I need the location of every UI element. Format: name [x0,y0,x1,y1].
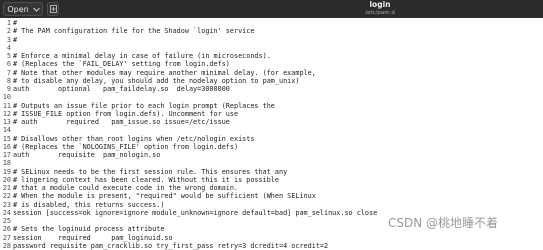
line-number: 13 [2,118,11,126]
line-text[interactable]: # Enforce a minimal delay in case of fai… [13,52,271,60]
watermark-text: CSDN @桃地睡不着 [388,216,499,230]
line-number: 18 [2,159,11,168]
editor-line[interactable]: 8 # to disable any delay, you should add … [0,77,543,85]
editor-line[interactable]: 7 # Note that other modules may require a… [0,69,543,77]
editor-line[interactable]: 16 # (Replaces the `NOLOGINS_FILE' option… [0,143,543,151]
line-number: 2 [6,27,11,36]
line-number: 19 [2,167,11,176]
window-title-block: login /etc/pam.d [320,0,440,17]
line-text[interactable]: # When the module is present, "required"… [13,192,316,200]
line-number: 20 [2,175,11,184]
line-text[interactable]: # auth required pam_issue.so issue=/etc/… [13,118,230,126]
line-number: 12 [2,109,11,118]
line-text[interactable]: auth optional pam_faildelay.so delay=300… [13,85,230,93]
editor-line[interactable]: 28 password requisite pam_cracklib.so try… [0,242,543,250]
line-number: 1 [6,19,11,27]
line-text[interactable]: # ISSUE_FILE option from login.defs). Un… [13,110,238,118]
editor-line[interactable]: 13 # auth required pam_issue.so issue=/et… [0,118,543,126]
line-number: 17 [2,151,11,159]
line-number: 11 [2,101,11,110]
editor-line[interactable]: 5 # Enforce a minimal delay in case of fa… [0,52,543,60]
editor-line[interactable]: 21 # that a module could execute code in … [0,184,543,192]
line-text[interactable]: # (Replaces the `FAIL_DELAY' setting fro… [13,60,230,68]
editor-line[interactable]: 3 # [0,36,543,44]
line-text[interactable]: auth requisite pam_nologin.so [13,151,160,159]
line-text[interactable]: # to disable any delay, you should add t… [13,77,299,85]
chevron-down-icon[interactable] [29,2,43,16]
line-text[interactable]: # Sets the loginuid process attribute [13,225,164,233]
editor-line[interactable]: 14 [0,126,543,134]
editor-line[interactable]: 4 [0,44,543,52]
line-number: 5 [6,52,11,60]
title-bar: Open login /etc/pam.d [0,0,543,18]
editor-line[interactable]: 1 # [0,19,543,27]
line-number: 6 [6,60,11,69]
line-text[interactable]: password requisite pam_cracklib.so try_f… [13,242,328,250]
line-number: 28 [2,241,11,250]
editor-line[interactable]: 20 # lingering context has been cleared. … [0,176,543,184]
editor-line[interactable]: 6 # (Replaces the `FAIL_DELAY' setting fr… [0,60,543,68]
line-number: 8 [6,76,11,85]
line-text[interactable]: # lingering context has been cleared. Wi… [13,176,279,184]
editor-line[interactable]: 22 # When the module is present, "require… [0,192,543,200]
line-number: 7 [6,68,11,77]
line-number: 22 [2,192,11,201]
line-number: 15 [2,134,11,143]
editor-line[interactable]: 15 # Disallows other than root logins whe… [0,135,543,143]
line-number: 16 [2,142,11,151]
editor-line[interactable]: 19 # SELinux needs to be the first sessio… [0,168,543,176]
line-text[interactable]: # The PAM configuration file for the Sha… [13,27,254,35]
open-button-label: Open [7,4,29,14]
line-number: 4 [6,43,11,52]
editor-line[interactable]: 23 # is disabled, this returns success.) [0,201,543,209]
window-subtitle: /etc/pam.d [365,10,395,16]
line-text[interactable]: # is disabled, this returns success.) [13,201,164,209]
line-number: 24 [2,208,11,217]
line-number: 10 [2,93,11,102]
line-number: 3 [6,35,11,44]
editor-line[interactable]: 18 [0,159,543,167]
line-number: 23 [2,200,11,209]
line-number: 21 [2,184,11,192]
line-text[interactable]: # Note that other modules may require an… [13,69,316,77]
line-number: 9 [6,85,11,93]
editor-line[interactable]: 10 [0,93,543,101]
line-text[interactable]: # (Replaces the `NOLOGINS_FILE' option f… [13,143,238,151]
editor-line[interactable]: 9 auth optional pam_faildelay.so delay=30… [0,85,543,93]
line-text[interactable]: # [13,36,17,44]
editor-line[interactable]: 11 # Outputs an issue file prior to each … [0,102,543,110]
line-text[interactable]: # Disallows other than root logins when … [13,135,254,143]
text-editor[interactable]: 1 #2 # The PAM configuration file for the … [0,19,543,250]
editor-line[interactable]: 2 # The PAM configuration file for the Sh… [0,27,543,35]
line-text[interactable]: # SELinux needs to be the first session … [13,168,287,176]
editor-line[interactable]: 12 # ISSUE_FILE option from login.defs). … [0,110,543,118]
line-text[interactable]: # that a module could execute code in th… [13,184,238,192]
line-number: 14 [2,126,11,135]
new-document-icon[interactable] [47,2,59,16]
window-title: login [369,0,391,9]
line-number: 26 [2,225,11,234]
line-text[interactable]: # [13,19,17,27]
editor-line[interactable]: 17 auth requisite pam_nologin.so [0,151,543,159]
line-number: 25 [2,217,11,225]
line-text[interactable]: # Outputs an issue file prior to each lo… [13,102,275,110]
line-text[interactable]: session [success=ok ignore=ignore module… [13,209,377,217]
